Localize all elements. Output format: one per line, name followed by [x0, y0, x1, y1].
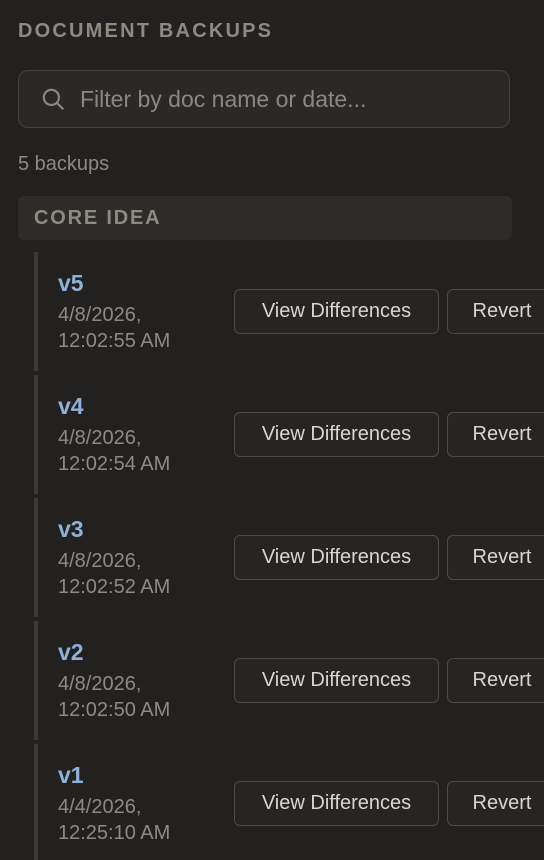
- search-input[interactable]: [80, 71, 509, 127]
- backup-time: 12:02:55 AM: [58, 330, 171, 352]
- group-header-core-idea[interactable]: CORE IDEA: [18, 196, 512, 240]
- view-differences-button[interactable]: View Differences: [234, 658, 439, 703]
- backup-date: 4/4/2026,: [58, 796, 142, 818]
- backup-item: v2 4/8/2026, 12:02:50 AM View Difference…: [34, 621, 544, 740]
- backup-timestamp: 4/8/2026, 12:02:55 AM: [58, 302, 208, 354]
- backup-list: v5 4/8/2026, 12:02:55 AM View Difference…: [34, 252, 544, 860]
- backup-date: 4/8/2026,: [58, 673, 142, 695]
- backup-item: v4 4/8/2026, 12:02:54 AM View Difference…: [34, 375, 544, 494]
- backup-item: v5 4/8/2026, 12:02:55 AM View Difference…: [34, 252, 544, 371]
- backup-time: 12:25:10 AM: [58, 822, 171, 844]
- search-icon: [42, 88, 64, 110]
- backup-date: 4/8/2026,: [58, 304, 142, 326]
- revert-button[interactable]: Revert: [447, 781, 544, 826]
- backup-timestamp: 4/8/2026, 12:02:54 AM: [58, 425, 208, 477]
- backup-date: 4/8/2026,: [58, 550, 142, 572]
- version-label: v1: [58, 762, 84, 788]
- backup-item: v3 4/8/2026, 12:02:52 AM View Difference…: [34, 498, 544, 617]
- version-label: v2: [58, 639, 84, 665]
- view-differences-button[interactable]: View Differences: [234, 781, 439, 826]
- backup-date: 4/8/2026,: [58, 427, 142, 449]
- revert-button[interactable]: Revert: [447, 412, 544, 457]
- backup-timestamp: 4/8/2026, 12:02:52 AM: [58, 548, 208, 600]
- panel-title: DOCUMENT BACKUPS: [18, 20, 274, 42]
- backup-time: 12:02:50 AM: [58, 699, 171, 721]
- backup-item: v1 4/4/2026, 12:25:10 AM View Difference…: [34, 744, 544, 860]
- backup-time: 12:02:52 AM: [58, 576, 171, 598]
- backup-time: 12:02:54 AM: [58, 453, 171, 475]
- document-backups-panel: DOCUMENT BACKUPS 5 backups CORE IDEA v5 …: [0, 0, 544, 860]
- view-differences-button[interactable]: View Differences: [234, 412, 439, 457]
- version-label: v3: [58, 516, 84, 542]
- revert-button[interactable]: Revert: [447, 289, 544, 334]
- backup-timestamp: 4/8/2026, 12:02:50 AM: [58, 671, 208, 723]
- revert-button[interactable]: Revert: [447, 535, 544, 580]
- backup-count: 5 backups: [18, 153, 110, 175]
- view-differences-button[interactable]: View Differences: [234, 289, 439, 334]
- version-label: v5: [58, 270, 84, 296]
- search-box[interactable]: [18, 70, 510, 128]
- revert-button[interactable]: Revert: [447, 658, 544, 703]
- backup-timestamp: 4/4/2026, 12:25:10 AM: [58, 794, 208, 846]
- version-label: v4: [58, 393, 84, 419]
- view-differences-button[interactable]: View Differences: [234, 535, 439, 580]
